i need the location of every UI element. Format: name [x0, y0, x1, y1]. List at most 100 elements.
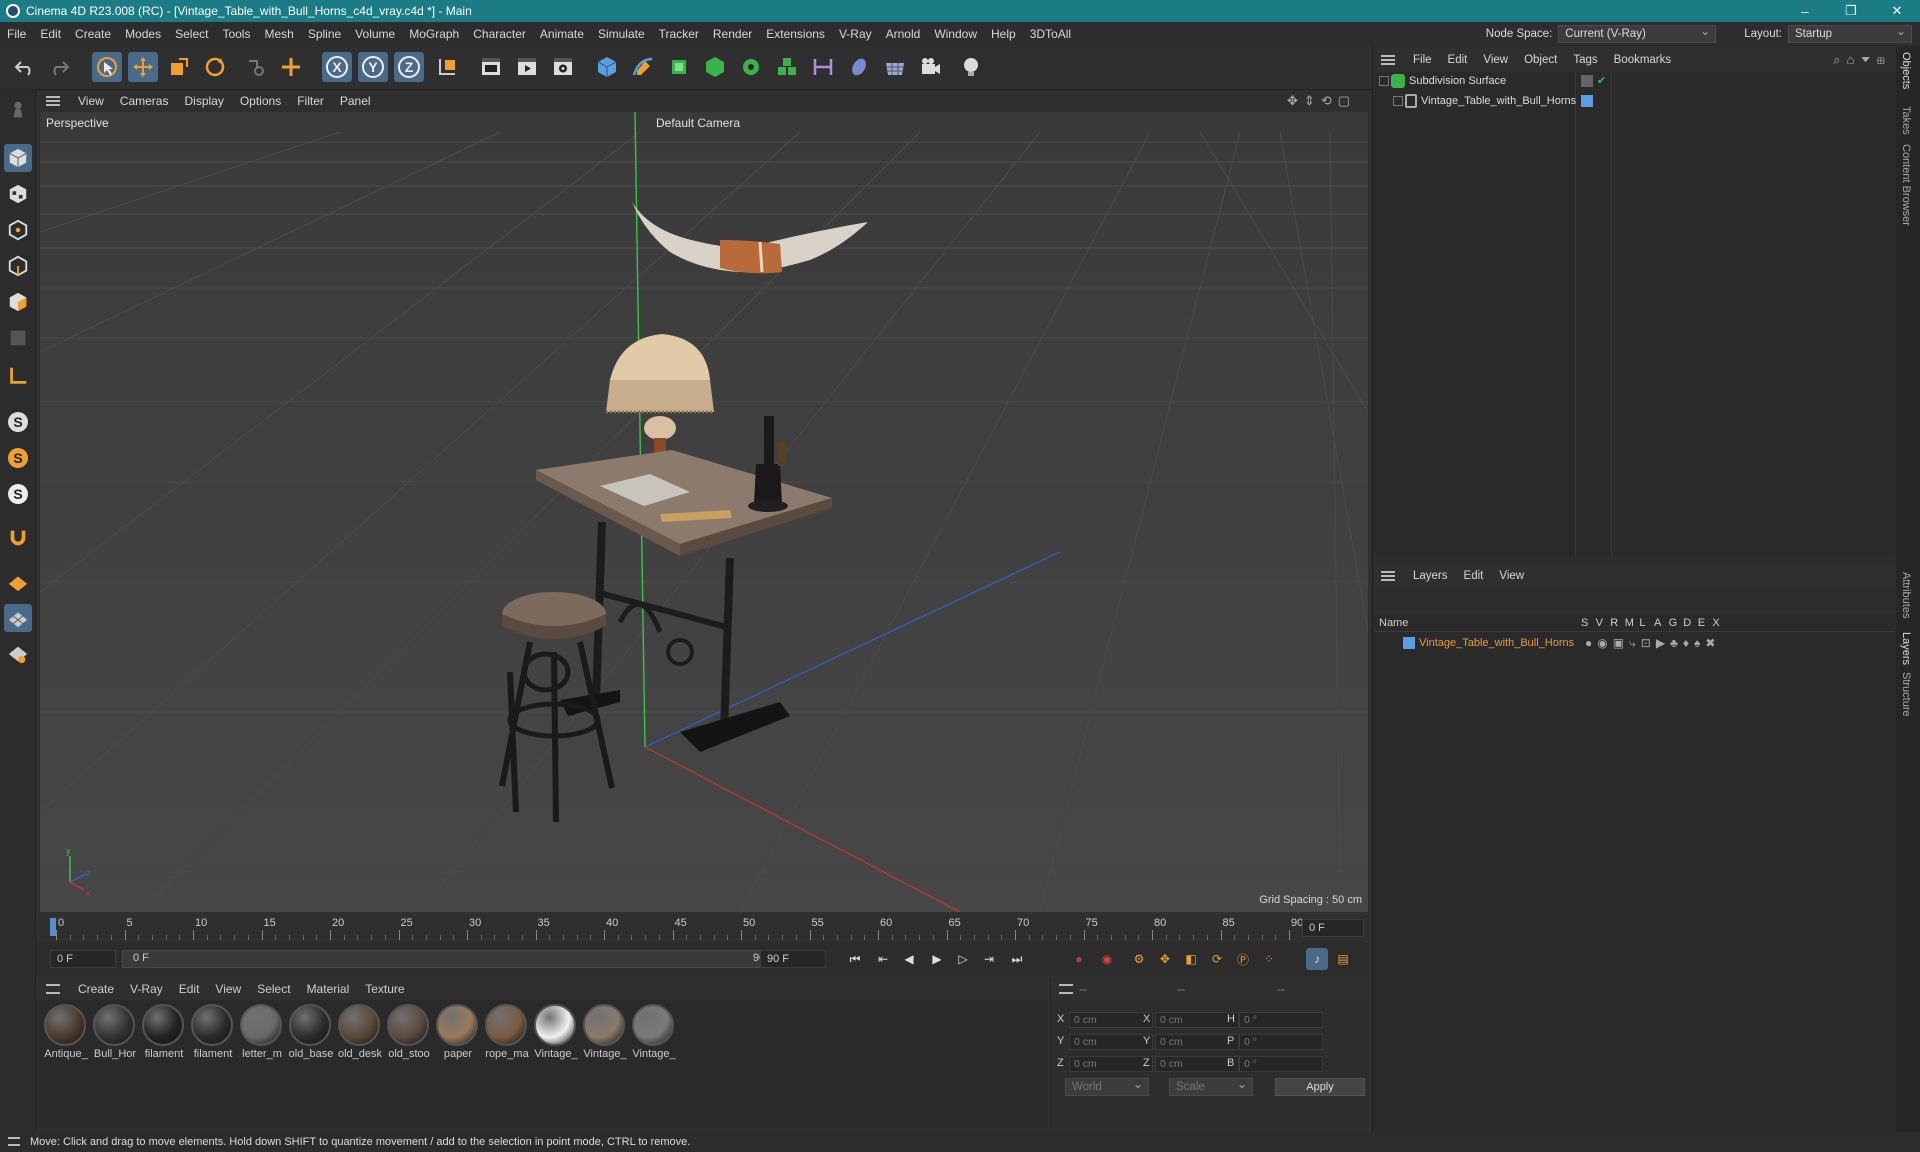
object-row-subdivision[interactable]: Subdivision Surface ✔	[1375, 72, 1895, 90]
render-settings-button[interactable]	[548, 52, 578, 82]
motion-system-button[interactable]: ♪	[1306, 948, 1328, 970]
lock-y-button[interactable]: Y	[358, 52, 388, 82]
polygons-mode-button[interactable]	[4, 288, 32, 316]
floor-button[interactable]	[880, 52, 910, 82]
menu-simulate[interactable]: Simulate	[591, 22, 652, 46]
menu-tools[interactable]: Tools	[215, 22, 257, 46]
menu-select[interactable]: Select	[168, 22, 215, 46]
menu-file[interactable]: File	[0, 22, 33, 46]
cube-object-button[interactable]	[592, 52, 622, 82]
end-frame-field[interactable]: 90 F	[760, 950, 826, 968]
expand-icon[interactable]	[1379, 76, 1389, 86]
layer-col-header[interactable]: G	[1669, 617, 1678, 629]
material-swatch[interactable]: Antique_	[42, 1004, 88, 1064]
rotate-tool-button[interactable]	[200, 52, 230, 82]
objects-menu-view[interactable]: View	[1475, 54, 1516, 66]
menu-arnold[interactable]: Arnold	[879, 22, 928, 46]
key-position-button[interactable]: ✥	[1154, 948, 1176, 970]
viewport-menu-panel[interactable]: Panel	[332, 94, 379, 108]
scene-object-button[interactable]	[844, 52, 874, 82]
coord-value-field[interactable]: 0 °	[1239, 1034, 1323, 1050]
viewport-camera-label[interactable]: Default Camera	[656, 116, 740, 130]
menu-modes[interactable]: Modes	[118, 22, 168, 46]
menu-mesh[interactable]: Mesh	[257, 22, 300, 46]
menu-edit[interactable]: Edit	[33, 22, 68, 46]
material-swatch[interactable]: old_base	[287, 1004, 333, 1064]
start-frame-field[interactable]: 0 F	[50, 950, 116, 968]
lock-z-button[interactable]: Z	[394, 52, 424, 82]
coordinate-system-button[interactable]	[432, 52, 462, 82]
world-axis-button[interactable]	[276, 52, 306, 82]
objects-menu-icon[interactable]	[1381, 55, 1395, 65]
material-swatch[interactable]: Bull_Hor	[91, 1004, 137, 1064]
menu-render[interactable]: Render	[706, 22, 759, 46]
expand-icon[interactable]	[1393, 96, 1403, 106]
coord-value-field[interactable]: 0 °	[1239, 1012, 1323, 1028]
menu-volume[interactable]: Volume	[348, 22, 402, 46]
deformer-button[interactable]	[772, 52, 802, 82]
scale-tool-button[interactable]	[164, 52, 194, 82]
menu-window[interactable]: Window	[927, 22, 984, 46]
menu-spline[interactable]: Spline	[301, 22, 348, 46]
coords-menu-icon[interactable]	[1059, 984, 1073, 994]
coord-value-field[interactable]: 0 cm	[1069, 1012, 1153, 1028]
objects-menu-edit[interactable]: Edit	[1440, 54, 1476, 66]
go-start-button[interactable]: ⏮	[844, 948, 866, 970]
maximize-button[interactable]: ❐	[1828, 0, 1874, 22]
scale-select[interactable]: Scale	[1169, 1076, 1253, 1096]
next-key-button[interactable]: ⇥	[978, 948, 1000, 970]
edges-mode-button[interactable]	[4, 252, 32, 280]
menu-character[interactable]: Character	[466, 22, 533, 46]
lock-x-button[interactable]: X	[322, 52, 352, 82]
workplane-button[interactable]	[4, 568, 32, 596]
snap-button[interactable]: S	[4, 408, 32, 436]
viewport-menu-options[interactable]: Options	[232, 94, 289, 108]
layer-col-header[interactable]: L	[1639, 617, 1645, 629]
material-menu-icon[interactable]	[46, 984, 60, 994]
objects-menu-object[interactable]: Object	[1516, 54, 1565, 66]
tab-attributes[interactable]: Attributes	[1900, 572, 1912, 618]
object-manager[interactable]: Subdivision Surface ✔ Vintage_Table_with…	[1375, 72, 1895, 556]
material-menu-view[interactable]: View	[207, 982, 249, 996]
tab-objects[interactable]: Objects	[1900, 52, 1912, 89]
extrude-button[interactable]	[700, 52, 730, 82]
menu-create[interactable]: Create	[68, 22, 118, 46]
objects-menu-file[interactable]: File	[1405, 54, 1440, 66]
make-editable-button[interactable]	[4, 96, 32, 124]
material-menu-material[interactable]: Material	[299, 982, 358, 996]
magnet-button[interactable]	[4, 524, 32, 552]
layers-menu-edit[interactable]: Edit	[1456, 570, 1492, 582]
redo-button[interactable]	[44, 52, 74, 82]
layer-col-header[interactable]: S	[1581, 617, 1588, 629]
go-end-button[interactable]: ⏭	[1006, 948, 1028, 970]
object-name[interactable]: Vintage_Table_with_Bull_Horns	[1421, 92, 1576, 110]
autokey-button[interactable]: ◉	[1096, 948, 1118, 970]
spline-pen-button[interactable]	[628, 52, 658, 82]
subdivision-button[interactable]	[664, 52, 694, 82]
layout-select[interactable]: Startup	[1788, 23, 1912, 43]
viewport-menu-display[interactable]: Display	[176, 94, 231, 108]
object-row-vintage-table[interactable]: Vintage_Table_with_Bull_Horns	[1375, 92, 1895, 110]
layer-col-header[interactable]: R	[1610, 617, 1618, 629]
coord-value-field[interactable]: 0 cm	[1069, 1034, 1153, 1050]
layer-name[interactable]: Vintage_Table_with_Bull_Horns	[1419, 634, 1574, 652]
edit-tag-icon[interactable]	[1581, 75, 1593, 87]
material-menu-select[interactable]: Select	[249, 982, 298, 996]
material-swatch[interactable]: paper	[434, 1004, 480, 1064]
menu-help[interactable]: Help	[984, 22, 1023, 46]
workplane-snap-button[interactable]: S	[4, 480, 32, 508]
undo-button[interactable]	[10, 52, 40, 82]
material-swatch[interactable]: letter_m	[238, 1004, 284, 1064]
world-select[interactable]: World	[1065, 1076, 1149, 1096]
layers-menu-icon[interactable]	[1381, 571, 1395, 581]
record-button[interactable]: ●	[1068, 948, 1090, 970]
key-rotation-button[interactable]: ⟳	[1206, 948, 1228, 970]
model-mode-button[interactable]	[4, 144, 32, 172]
material-swatch[interactable]: Vintage_	[581, 1004, 627, 1064]
layer-col-header[interactable]: D	[1683, 617, 1691, 629]
material-swatch[interactable]: old_desk	[336, 1004, 382, 1064]
axis-mode-button[interactable]	[4, 362, 32, 390]
viewport-menu-filter[interactable]: Filter	[289, 94, 332, 108]
layer-col-header[interactable]: E	[1698, 617, 1705, 629]
points-mode-button[interactable]	[4, 216, 32, 244]
